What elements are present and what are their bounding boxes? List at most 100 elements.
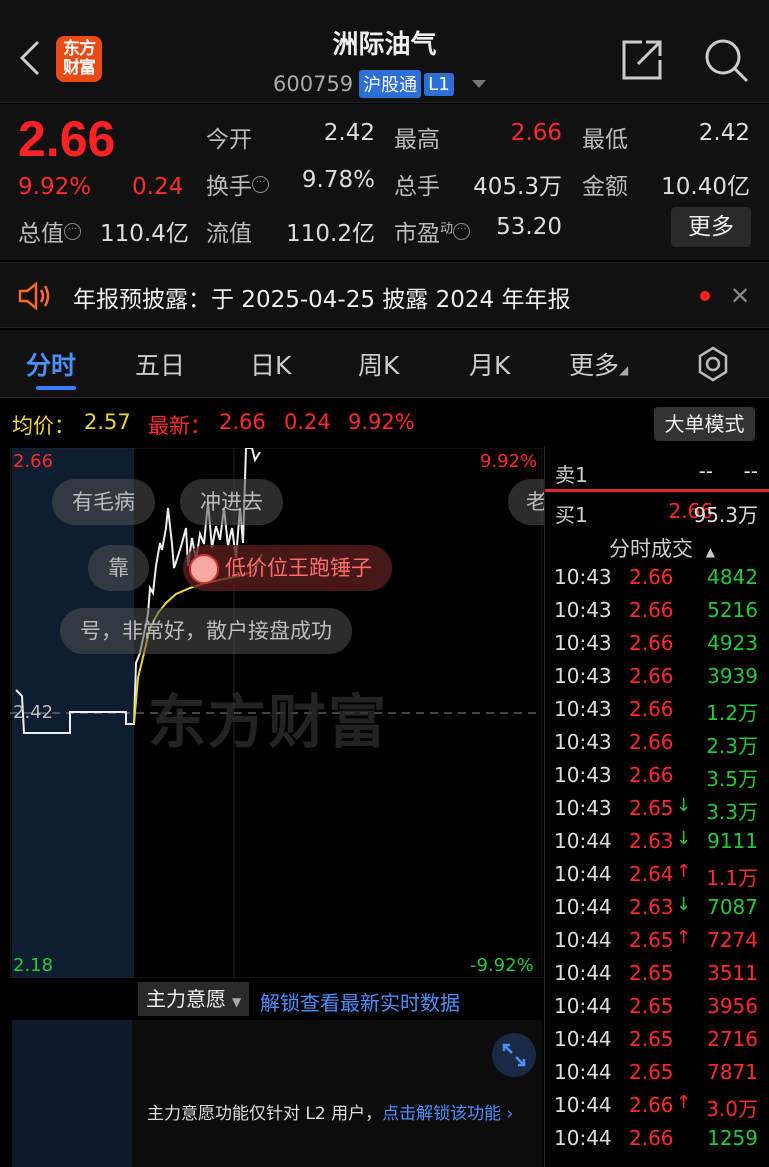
chart-info-bar: 均价： 2.57 最新： 2.66 0.24 9.92% 大单模式	[0, 400, 769, 446]
trade-price: 2.66	[629, 664, 674, 688]
info-dots-icon[interactable]: ···	[453, 223, 471, 241]
danmaku-bubble-highlight: 低价位王跑锤子	[183, 545, 392, 591]
trade-price: 2.65	[629, 796, 674, 820]
latest-value: 2.66	[219, 410, 266, 434]
latest-change: 0.24	[284, 410, 331, 434]
info-dots-icon[interactable]: ···	[252, 176, 269, 194]
trade-time: 10:44	[554, 1060, 612, 1084]
trade-volume: 1259	[707, 1126, 758, 1150]
trade-row: 10:44 2.64 ↑ 1.1万	[545, 858, 769, 891]
tab-day-k[interactable]: 日K	[250, 346, 291, 382]
axis-mid-price: 2.42	[13, 702, 54, 723]
current-price: 2.66	[18, 111, 116, 167]
trade-row: 10:44 2.63 ↓ 9111	[545, 825, 769, 858]
unlock-data-link[interactable]: 解锁查看最新实时数据	[260, 987, 460, 1016]
tab-more[interactable]: 更多◢	[569, 346, 628, 382]
trade-row: 10:43 2.66 3939	[545, 660, 769, 693]
trade-volume: 7871	[707, 1060, 758, 1084]
caret-down-icon[interactable]	[471, 80, 486, 88]
trade-volume: 1.2万	[706, 701, 758, 725]
chart-tabs: 分时 五日 日K 周K 月K 更多◢	[0, 330, 769, 398]
announcement-bar[interactable]: 年报预披露：于 2025-04-25 披露 2024 年年报	[0, 262, 769, 328]
expand-icon[interactable]	[492, 1033, 536, 1077]
float-value: 110.2亿	[286, 221, 375, 247]
trade-price: 2.66	[629, 763, 674, 787]
trade-time: 10:44	[554, 1126, 612, 1150]
amount-value: 10.40亿	[661, 174, 750, 200]
watermark: 东方财富	[148, 688, 389, 756]
trade-row: 10:44 2.65 7871	[545, 1056, 769, 1089]
pe-label: 市盈动 ···	[394, 214, 471, 248]
trade-volume: 7087	[707, 895, 758, 919]
trade-time: 10:43	[554, 697, 612, 721]
trade-row: 10:44 2.65 3956	[545, 990, 769, 1023]
arrow-up-icon: ↑	[676, 1092, 692, 1113]
stock-subline[interactable]: 600759 沪股通 L1	[273, 70, 486, 98]
trade-price: 2.65	[629, 928, 674, 952]
change-percent: 9.92%	[18, 174, 92, 200]
high-label: 最高	[394, 127, 440, 153]
share-icon[interactable]	[620, 38, 664, 82]
change-amount: 0.24	[132, 174, 184, 200]
arrow-up-icon: ↑	[676, 927, 692, 948]
more-button[interactable]: 更多	[671, 207, 751, 247]
announcement-text: 年报预披露：于 2025-04-25 披露 2024 年年报	[73, 287, 571, 313]
danmaku-bubble: 冲进去	[180, 479, 283, 525]
latest-label: 最新：	[148, 414, 211, 438]
active-tab-indicator	[36, 386, 76, 390]
avg-price-value: 2.57	[84, 410, 131, 434]
pre-market-shade	[12, 1020, 132, 1167]
trade-volume: 1.1万	[706, 866, 758, 890]
trade-row: 10:44 2.65 ↑ 7274	[545, 924, 769, 957]
tab-month-k[interactable]: 月K	[469, 346, 510, 382]
trades-header[interactable]: 分时成交 ▲	[609, 533, 715, 563]
trade-volume: 9111	[707, 829, 758, 853]
trade-price: 2.66	[629, 1126, 674, 1150]
axis-bottom-percent: -9.92%	[470, 955, 534, 976]
trade-price: 2.65	[629, 994, 674, 1018]
main-force-panel: 主力意愿功能仅针对 L2 用户，点击解锁该功能 ›	[12, 1020, 542, 1167]
pe-value: 53.20	[496, 214, 562, 240]
tab-week-k[interactable]: 周K	[358, 346, 399, 382]
trade-price: 2.66	[629, 631, 674, 655]
info-dots-icon[interactable]: ···	[64, 223, 81, 241]
tab-intraday[interactable]: 分时	[26, 346, 76, 382]
trade-time: 10:44	[554, 928, 612, 952]
trade-volume: 2.3万	[706, 734, 758, 758]
trade-volume: 7274	[707, 928, 758, 952]
search-icon[interactable]	[703, 37, 749, 83]
trade-price: 2.63	[629, 829, 674, 853]
amount-label: 金额	[582, 174, 628, 200]
arrow-up-icon: ↑	[676, 861, 692, 882]
trade-volume: 3.5万	[706, 767, 758, 791]
trade-volume: 5216	[707, 598, 758, 622]
trade-time: 10:44	[554, 895, 612, 919]
close-icon[interactable]: ✕	[730, 282, 750, 310]
caret-down-icon: ▼	[232, 995, 242, 1009]
speaker-icon	[18, 281, 50, 311]
danmaku-bubble: 有毛病	[52, 479, 155, 525]
trade-price: 2.66	[629, 1093, 674, 1117]
trade-row: 10:43 2.66 2.3万	[545, 726, 769, 759]
unlock-feature-link[interactable]: 点击解锁该功能 ›	[382, 1104, 513, 1124]
main-force-row: 主力意愿 ▼ 解锁查看最新实时数据	[10, 982, 542, 1018]
arrow-down-icon: ↓	[676, 828, 692, 849]
trade-volume: 3511	[707, 961, 758, 985]
trade-time: 10:43	[554, 730, 612, 754]
axis-top-price: 2.66	[13, 451, 54, 472]
trade-row: 10:43 2.66 1.2万	[545, 693, 769, 726]
sell1-row: 卖1 -- --	[555, 459, 758, 487]
open-value: 2.42	[323, 120, 375, 146]
trade-volume: 3.3万	[706, 800, 758, 824]
gear-icon[interactable]	[695, 346, 731, 382]
trade-row: 10:44 2.65 2716	[545, 1023, 769, 1056]
unread-dot	[700, 291, 710, 301]
axis-top-percent: 9.92%	[480, 451, 538, 472]
main-force-selector[interactable]: 主力意愿 ▼	[138, 982, 250, 1016]
arrow-down-icon: ↓	[676, 894, 692, 915]
trade-price: 2.64	[629, 862, 674, 886]
trade-time: 10:44	[554, 829, 612, 853]
big-order-mode-button[interactable]: 大单模式	[654, 407, 755, 441]
trade-volume: 4923	[707, 631, 758, 655]
tab-five-day[interactable]: 五日	[135, 346, 185, 382]
